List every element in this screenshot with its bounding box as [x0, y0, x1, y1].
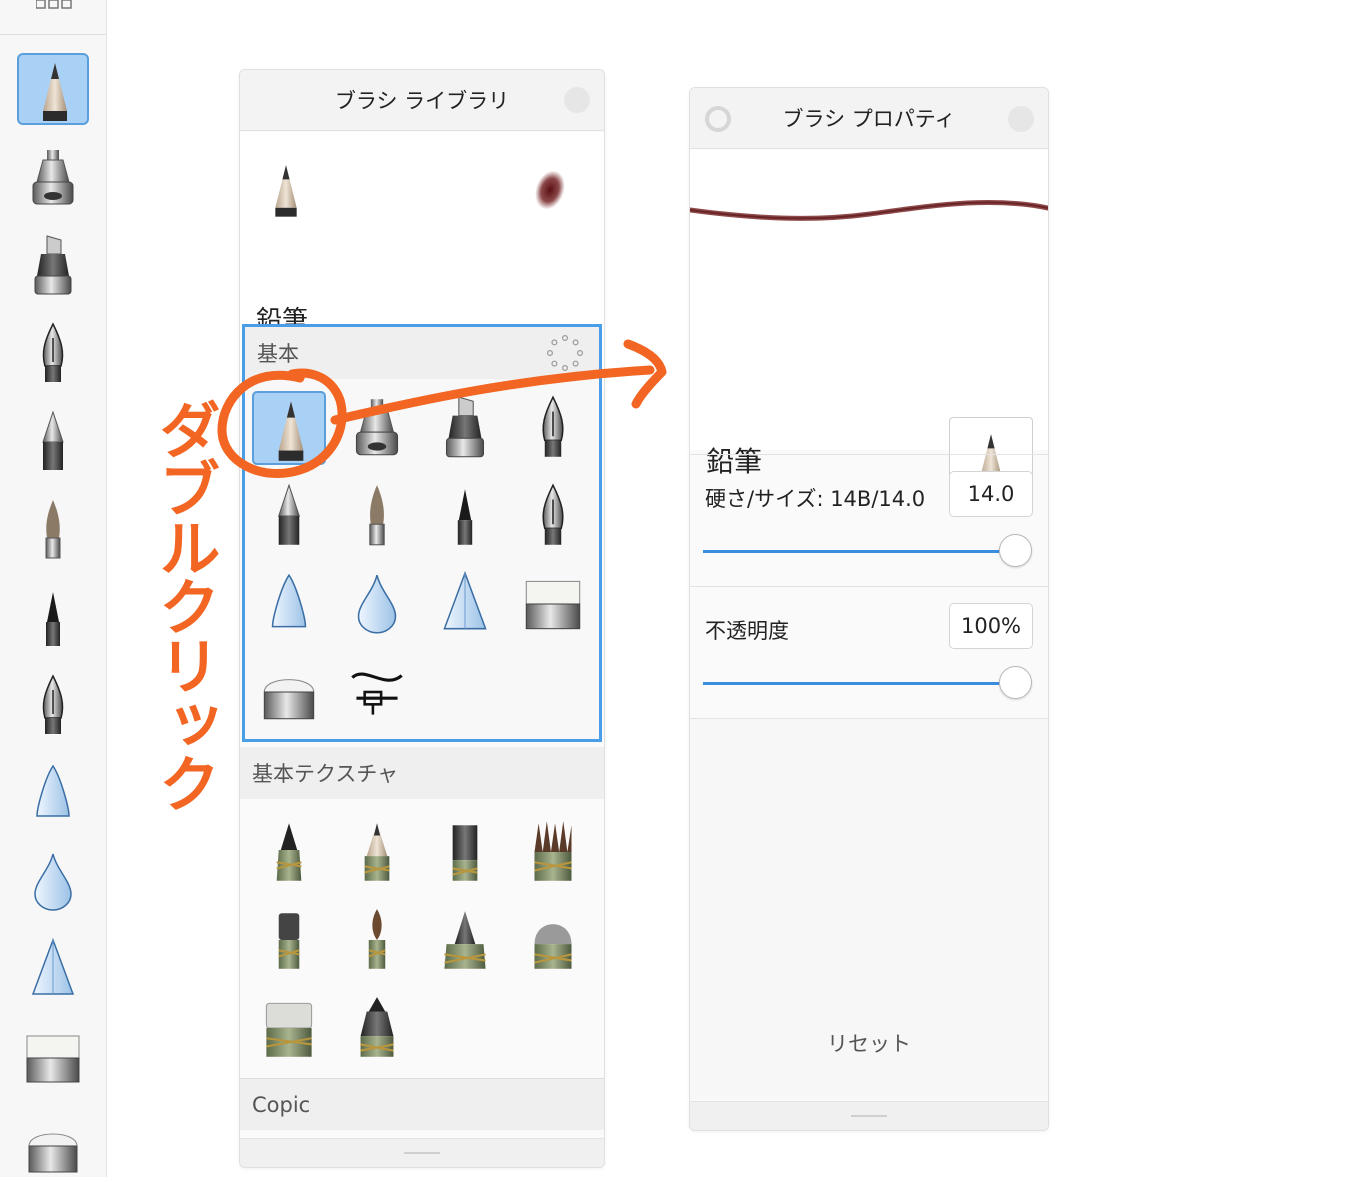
- toolbar-sharpen-icon[interactable]: [17, 934, 89, 1006]
- toolbar-airbrush-icon[interactable]: [17, 142, 89, 214]
- brush-set-basic-texture-grid: [240, 799, 604, 1075]
- opacity-label: 不透明度: [705, 619, 789, 643]
- brush-round-eraser-icon[interactable]: [252, 655, 326, 729]
- hardness-size-row: 硬さ/サイズ: 14B/14.0 14.0: [690, 454, 1048, 585]
- brush-eraser-icon[interactable]: [516, 567, 590, 641]
- opacity-input[interactable]: 100%: [949, 603, 1033, 649]
- brush-properties-resize-grip[interactable]: [690, 1101, 1048, 1130]
- set-header-copic[interactable]: Copic: [240, 1078, 604, 1130]
- brush-properties-panel: ブラシ プロパティ 鉛筆 硬さ/サイズ: 14B/14.0 14.0 不透明度 …: [689, 87, 1049, 1131]
- brush-blender-icon[interactable]: [340, 655, 414, 729]
- texture-dome-icon[interactable]: [516, 903, 590, 977]
- opacity-slider-knob[interactable]: [999, 666, 1032, 699]
- brush-blur-drop-icon[interactable]: [340, 567, 414, 641]
- hardness-size-input[interactable]: 14.0: [949, 471, 1033, 517]
- opacity-slider-track[interactable]: [703, 682, 999, 685]
- annotation-text: ダブルクリック: [148, 398, 221, 811]
- set-header-basic[interactable]: 基本: [245, 327, 599, 379]
- texture-pencil-icon[interactable]: [340, 815, 414, 889]
- brush-marker-icon[interactable]: [428, 391, 502, 465]
- brush-library-resize-grip[interactable]: [240, 1138, 604, 1167]
- brush-properties-title: ブラシ プロパティ: [782, 107, 956, 131]
- stroke-preview-icon: [690, 199, 1048, 221]
- annotation-arrow-head: [623, 339, 667, 409]
- toolbar-marker-icon[interactable]: [17, 230, 89, 302]
- toolbar-blur-drop-icon[interactable]: [17, 846, 89, 918]
- toolbar-pen-nib-icon[interactable]: [17, 318, 89, 390]
- texture-paintbrush-icon[interactable]: [340, 903, 414, 977]
- texture-sponge-icon[interactable]: [252, 991, 326, 1065]
- texture-capped-marker-icon[interactable]: [340, 991, 414, 1065]
- set-header-basic-texture[interactable]: 基本テクスチャ: [240, 747, 604, 799]
- set-name-basic: 基本: [257, 342, 299, 366]
- brush-sharpen-icon[interactable]: [428, 567, 502, 641]
- annotation-overlay: ダブルクリック: [148, 339, 667, 811]
- texture-block-icon[interactable]: [428, 815, 502, 889]
- brush-pencil-icon[interactable]: [252, 391, 326, 465]
- set-name-copic: Copic: [252, 1092, 311, 1117]
- toolbar-smudge-icon[interactable]: [17, 758, 89, 830]
- brush-library-header[interactable]: ブラシ ライブラリ: [240, 70, 604, 131]
- toolbar-calligraphy-nib-icon[interactable]: [17, 670, 89, 742]
- hardness-size-label: 硬さ/サイズ: 14B/14.0: [705, 487, 926, 511]
- toolbar-ballpoint-icon[interactable]: [17, 406, 89, 478]
- toolbar-felt-pen-icon[interactable]: [17, 582, 89, 654]
- brush-properties-header[interactable]: ブラシ プロパティ: [690, 88, 1048, 149]
- set-name-basic-texture: 基本テクスチャ: [252, 762, 399, 786]
- brush-paintbrush-icon[interactable]: [340, 479, 414, 553]
- brush-ballpoint-icon[interactable]: [252, 479, 326, 553]
- set-options-dots-icon[interactable]: [547, 335, 583, 371]
- toolbar-round-eraser-icon[interactable]: [17, 1110, 89, 1182]
- stroke-preview-area: 鉛筆: [690, 150, 1048, 501]
- texture-cone-icon[interactable]: [428, 903, 502, 977]
- brush-smudge-icon[interactable]: [252, 567, 326, 641]
- brush-set-basic[interactable]: 基本: [242, 324, 602, 742]
- brush-library-close-button[interactable]: [564, 87, 590, 113]
- opacity-row: 不透明度 100%: [690, 586, 1048, 717]
- brush-library-title: ブラシ ライブラリ: [334, 89, 510, 113]
- brush-library-panel: ブラシ ライブラリ 鉛筆 基本 基本テクスチャ Copic: [239, 69, 605, 1168]
- hardness-size-slider-track[interactable]: [703, 550, 999, 553]
- brush-pen-nib-icon[interactable]: [516, 391, 590, 465]
- reset-circle-icon[interactable]: [703, 104, 733, 134]
- selected-brush-pencil-icon: [254, 154, 318, 226]
- brush-properties-close-button[interactable]: [1008, 106, 1034, 132]
- reset-button[interactable]: リセット: [690, 1028, 1048, 1058]
- brush-dab-preview-icon: [535, 170, 565, 210]
- texture-chalk-icon[interactable]: [252, 903, 326, 977]
- left-brush-toolbar: [0, 0, 107, 1177]
- hardness-size-slider-knob[interactable]: [999, 534, 1032, 567]
- toolbar-pencil-icon[interactable]: [17, 53, 89, 125]
- brush-felt-pen-icon[interactable]: [428, 479, 502, 553]
- toolbar-eraser-icon[interactable]: [17, 1022, 89, 1094]
- brush-library-grid-icon[interactable]: [36, 0, 72, 10]
- texture-bristle-brush-icon[interactable]: [516, 815, 590, 889]
- toolbar-paintbrush-icon[interactable]: [17, 494, 89, 566]
- toolbar-divider: [0, 34, 106, 35]
- texture-ink-pen-icon[interactable]: [252, 815, 326, 889]
- brush-airbrush-icon[interactable]: [340, 391, 414, 465]
- brush-calligraphy-nib-icon[interactable]: [516, 479, 590, 553]
